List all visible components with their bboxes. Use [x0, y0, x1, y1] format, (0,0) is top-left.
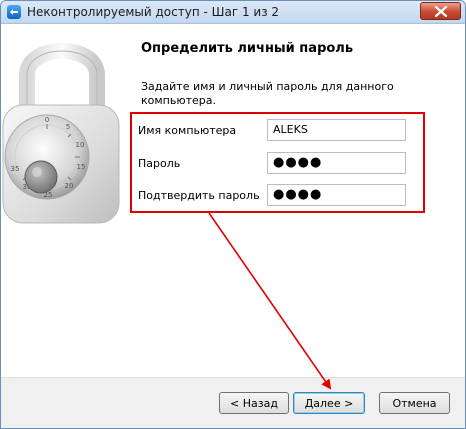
svg-text:35: 35 — [11, 165, 20, 173]
svg-text:10: 10 — [76, 141, 85, 149]
page-heading: Определить личный пароль — [141, 41, 354, 56]
app-icon — [7, 5, 21, 19]
svg-text:15: 15 — [77, 163, 86, 171]
close-button[interactable] — [420, 2, 461, 20]
window-title: Неконтролируемый доступ - Шаг 1 из 2 — [27, 5, 280, 19]
back-button[interactable]: < Назад — [219, 392, 289, 414]
wizard-window: Неконтролируемый доступ - Шаг 1 из 2 0 5… — [0, 0, 466, 429]
cancel-button[interactable]: Отмена — [379, 392, 450, 414]
next-button[interactable]: Далее > — [293, 392, 365, 414]
title-bar: Неконтролируемый доступ - Шаг 1 из 2 — [1, 1, 465, 24]
page-description: Задайте имя и личный пароль для данного … — [141, 80, 394, 107]
svg-text:0: 0 — [45, 116, 49, 124]
svg-text:20: 20 — [65, 182, 74, 190]
button-bar: < Назад Далее > Отмена — [1, 377, 465, 428]
highlight-box — [130, 112, 425, 213]
svg-text:5: 5 — [66, 123, 70, 131]
padlock-image: 0 5 10 15 20 25 30 35 — [2, 43, 120, 224]
close-icon — [434, 6, 448, 17]
